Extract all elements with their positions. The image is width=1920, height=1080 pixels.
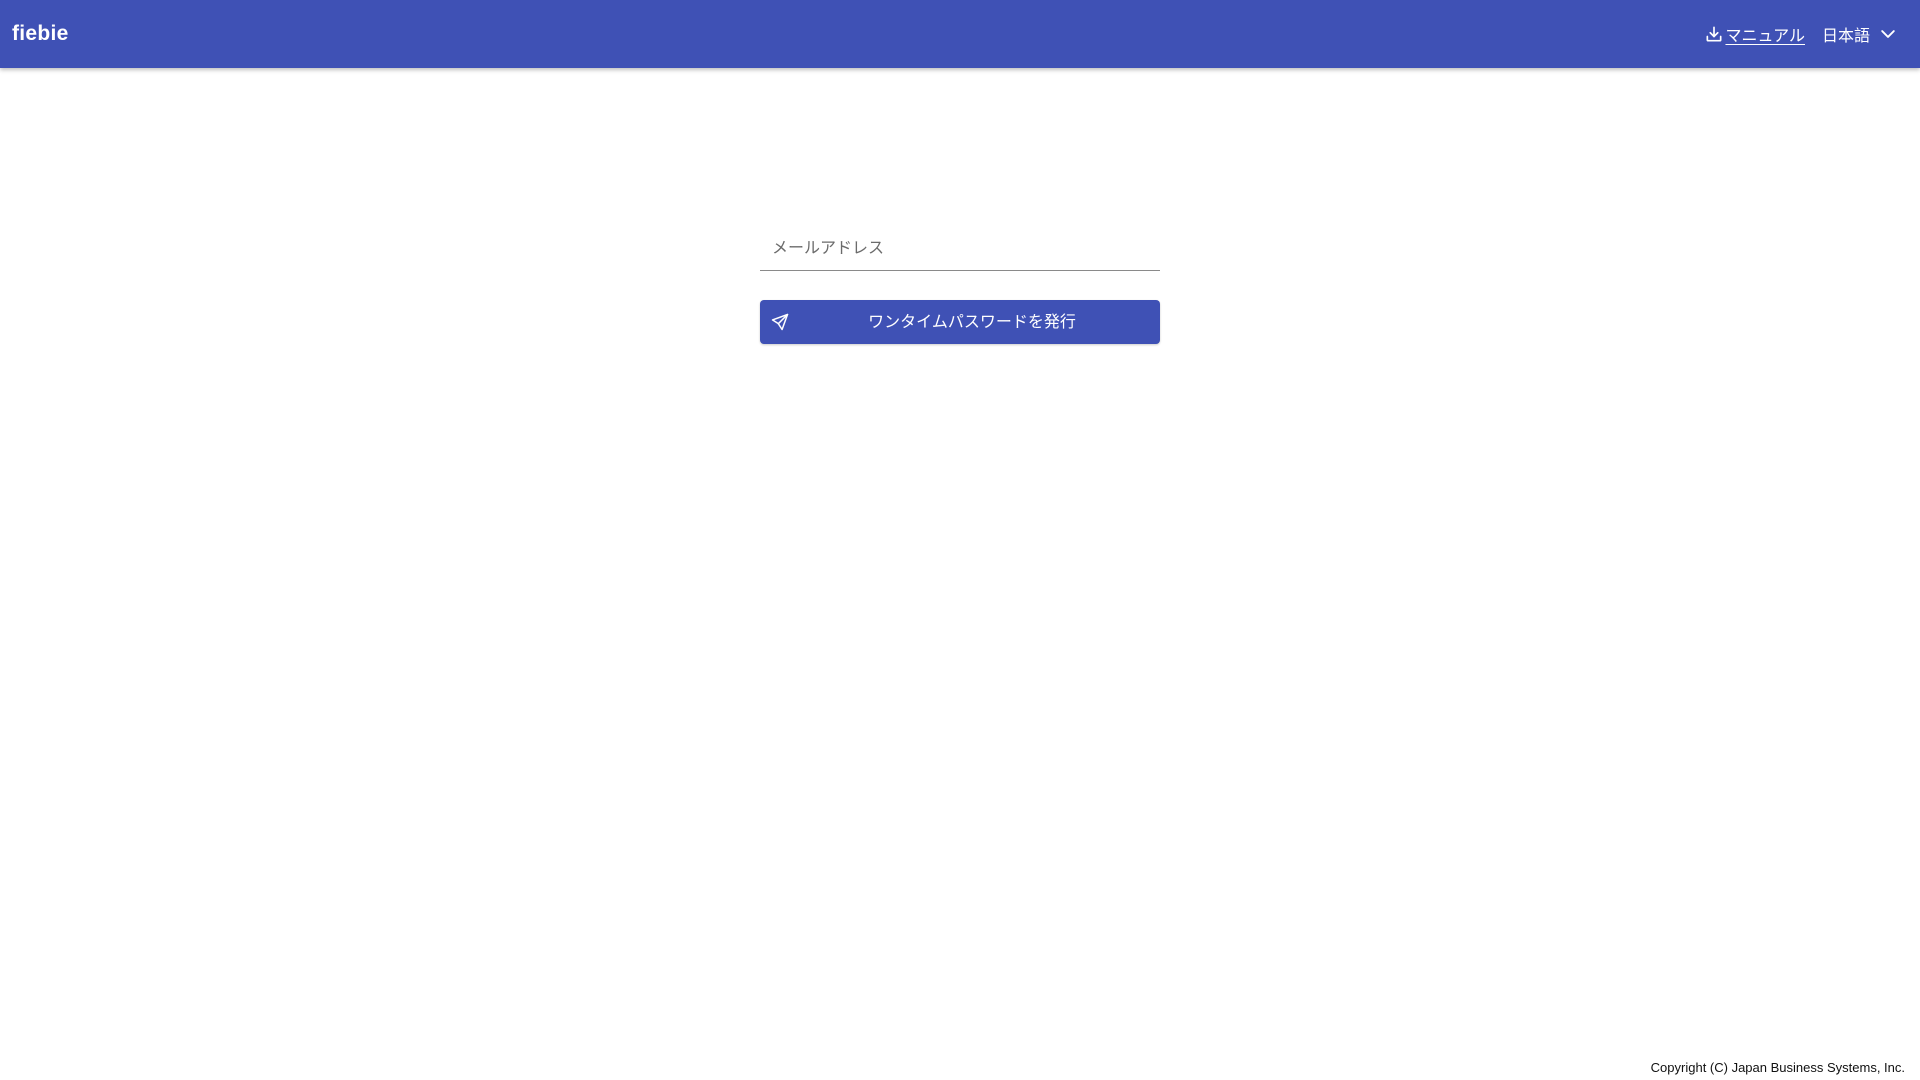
issue-otp-button-label: ワンタイムパスワードを発行: [868, 312, 1076, 331]
chevron-down-icon: [1878, 24, 1898, 44]
app-header: fiebie マニュアル 日本語: [0, 0, 1920, 68]
language-select-value: 日本語: [1821, 26, 1870, 45]
email-field[interactable]: [760, 225, 1160, 270]
manual-download-link[interactable]: マニュアル: [1704, 0, 1805, 68]
brand-logo[interactable]: fiebie: [12, 0, 69, 68]
manual-link-label: マニュアル: [1725, 26, 1805, 45]
download-icon: [1704, 24, 1724, 44]
email-field-container: [760, 225, 1160, 271]
copyright-footer: Copyright (C) Japan Business Systems, In…: [1650, 1060, 1905, 1075]
issue-otp-button[interactable]: ワンタイムパスワードを発行: [760, 300, 1160, 344]
login-form: ワンタイムパスワードを発行: [760, 225, 1160, 344]
language-select[interactable]: 日本語: [1822, 0, 1898, 68]
